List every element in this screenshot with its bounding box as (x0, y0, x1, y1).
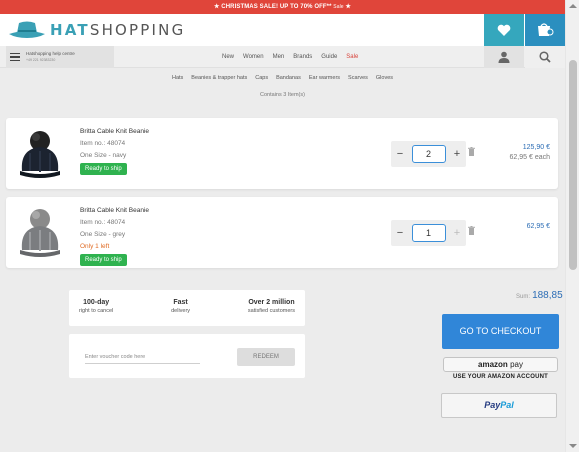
search-icon (539, 51, 551, 63)
nav-new[interactable]: New (222, 54, 234, 60)
benefit-customers: Over 2 million satisfied customers (247, 299, 295, 314)
increase-button: + (453, 227, 461, 239)
trash-icon[interactable] (468, 147, 475, 156)
paypal-logo-pal: Pal (500, 400, 514, 410)
cart-count: Contains 3 Item(s) (260, 92, 305, 98)
site-header: HATSHOPPING (0, 14, 565, 46)
product-image-grey-beanie[interactable] (14, 206, 66, 260)
ready-to-ship-badge: Ready to ship (80, 254, 127, 266)
scroll-down-icon[interactable] (569, 444, 577, 448)
checkout-button[interactable]: GO TO CHECKOUT (442, 314, 559, 349)
cart-button[interactable] (525, 14, 565, 46)
user-icon (498, 51, 510, 63)
item-price: 62,95 € (527, 222, 550, 232)
search-button[interactable] (525, 46, 565, 68)
quantity-stepper: − 2 + (391, 141, 466, 167)
scrollbar[interactable] (565, 0, 579, 452)
subnav-bandanas[interactable]: Bandanas (276, 75, 301, 81)
subnav-hats[interactable]: Hats (172, 75, 183, 81)
trash-icon[interactable] (468, 226, 475, 235)
category-nav: New Women Men Brands Guide Sale (222, 46, 367, 68)
nav-sale[interactable]: Sale (346, 54, 358, 60)
increase-button[interactable]: + (453, 148, 461, 160)
nav-women[interactable]: Women (243, 54, 264, 60)
amazon-pay-button[interactable]: amazon pay USE YOUR AMAZON ACCOUNT (443, 357, 558, 383)
heart-icon (497, 24, 511, 36)
benefit-delivery: Fast delivery (171, 299, 191, 314)
stock-warning: Only 1 left (80, 243, 110, 250)
order-sum: Sum: 188,85 € (516, 290, 571, 301)
promo-star: ★ (343, 4, 351, 10)
scroll-thumb[interactable] (569, 60, 577, 270)
account-button[interactable] (484, 46, 524, 68)
redeem-button[interactable]: REDEEM (237, 348, 295, 366)
line-total: 125,90 € (522, 144, 550, 151)
promo-banner[interactable]: ★ CHRISTMAS SALE! UP TO 70% OFF** Sale ★ (0, 0, 565, 14)
nav-brands[interactable]: Brands (293, 54, 312, 60)
paypal-button[interactable]: PayPal (441, 393, 557, 418)
sum-label: Sum: (516, 294, 531, 300)
help-centre-menu[interactable]: Hatshopping help centre +49 221 92383230 (6, 46, 114, 68)
amazon-pay-caption: USE YOUR AMAZON ACCOUNT (452, 374, 549, 380)
main-navigation: Hatshopping help centre +49 221 92383230… (0, 46, 565, 68)
decrease-button[interactable]: − (396, 227, 404, 239)
brand-name: HATSHOPPING (50, 21, 186, 39)
subnav-beanies[interactable]: Beanies & trapper hats (191, 75, 247, 81)
paypal-logo-pay: Pay (484, 400, 501, 410)
cart-item: Britta Cable Knit Beanie Item no.: 48074… (6, 118, 558, 189)
promo-text: ★ CHRISTMAS SALE! UP TO 70% OFF** (214, 4, 334, 10)
product-name[interactable]: Britta Cable Knit Beanie (80, 126, 149, 138)
cart-icon (538, 23, 554, 36)
nav-men[interactable]: Men (273, 54, 285, 60)
help-phone: +49 221 92383230 (26, 58, 56, 62)
benefit-cancel: 100-day right to cancel (79, 299, 114, 314)
amazon-pay-logo: amazon pay (443, 357, 558, 372)
quantity-input[interactable]: 2 (411, 145, 446, 163)
ready-to-ship-badge: Ready to ship (80, 163, 127, 175)
decrease-button[interactable]: − (396, 148, 404, 160)
subnav-gloves[interactable]: Gloves (376, 75, 393, 81)
logo[interactable]: HATSHOPPING (8, 19, 185, 41)
promo-tag: Sale (333, 4, 344, 10)
subnav-scarves[interactable]: Scarves (348, 75, 368, 81)
scroll-up-icon[interactable] (569, 4, 577, 8)
nav-guide[interactable]: Guide (321, 54, 337, 60)
wishlist-button[interactable] (484, 14, 524, 46)
product-name[interactable]: Britta Cable Knit Beanie (80, 205, 149, 217)
line-total: 62,95 € (526, 223, 550, 230)
product-variant: One Size - navy (80, 152, 127, 159)
benefits-box: 100-day right to cancel Fast delivery Over… (69, 290, 305, 326)
voucher-box: Enter voucher code here REDEEM (69, 334, 305, 378)
hat-logo-icon (9, 21, 45, 38)
item-price: 125,90 € 62,95 € each (510, 143, 550, 163)
item-number: Item no.: 48074 (80, 219, 126, 226)
menu-icon (10, 51, 20, 63)
quantity-stepper: − 1 + (391, 220, 466, 246)
subnav-caps[interactable]: Caps (255, 75, 268, 81)
voucher-input[interactable]: Enter voucher code here (85, 350, 200, 364)
subcategory-nav: Hats Beanies & trapper hats Caps Bandana… (0, 69, 565, 87)
product-image-navy-beanie[interactable] (14, 127, 66, 181)
subnav-ear-warmers[interactable]: Ear warmers (309, 75, 340, 81)
quantity-input[interactable]: 1 (411, 224, 446, 242)
product-variant: One Size - grey (80, 231, 126, 238)
cart-item: Britta Cable Knit Beanie Item no.: 48074… (6, 197, 558, 268)
unit-price: 62,95 € each (509, 154, 550, 161)
item-number: Item no.: 48074 (80, 140, 126, 147)
